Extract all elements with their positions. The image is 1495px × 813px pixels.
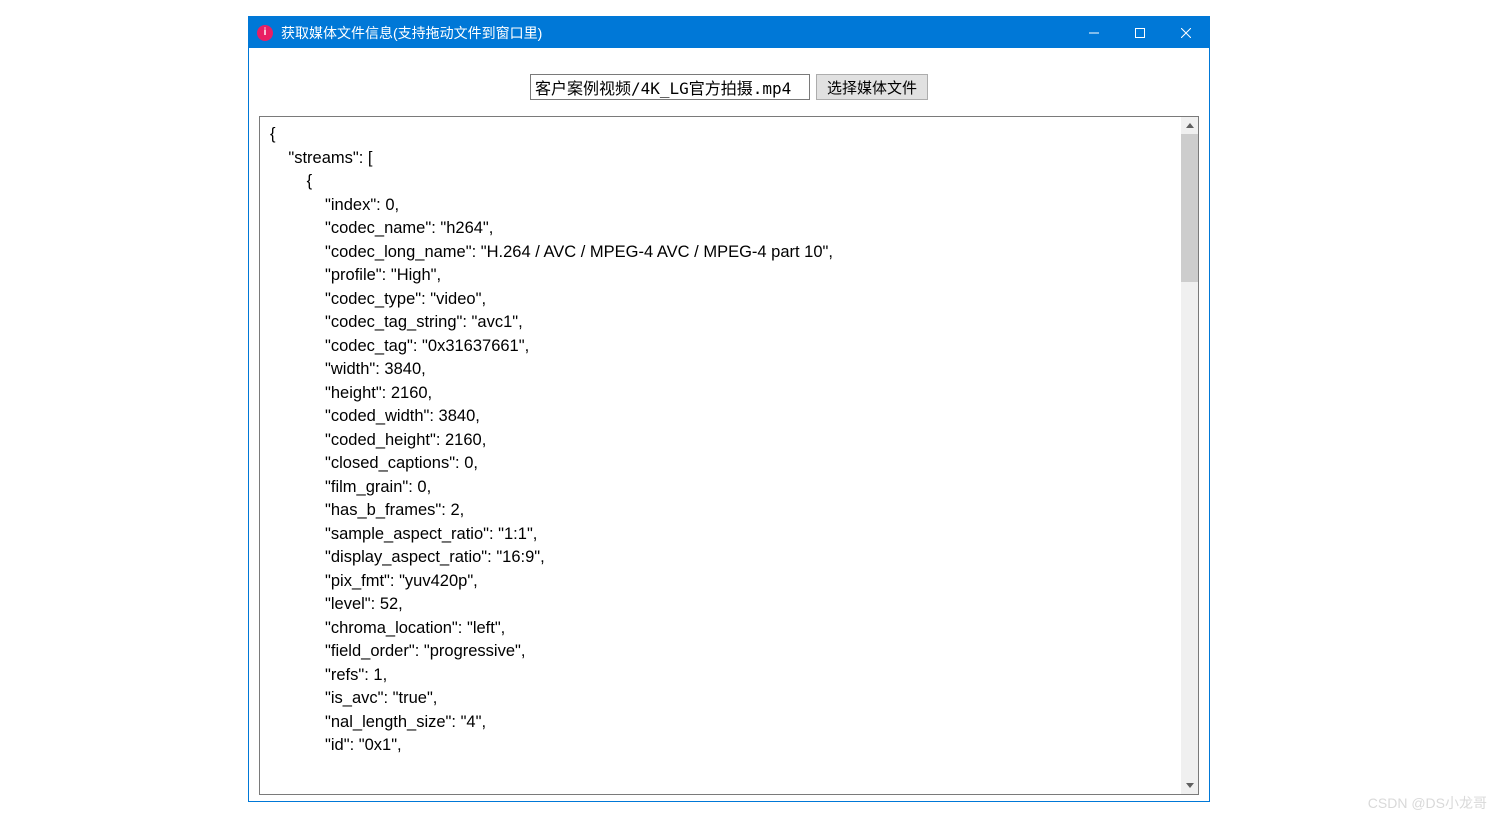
- chevron-down-icon: [1186, 783, 1194, 788]
- select-media-file-button[interactable]: 选择媒体文件: [816, 74, 928, 100]
- titlebar[interactable]: i 获取媒体文件信息(支持拖动文件到窗口里): [249, 17, 1209, 48]
- app-icon: i: [257, 25, 273, 41]
- chevron-up-icon: [1186, 123, 1194, 128]
- maximize-icon: [1135, 28, 1145, 38]
- close-button[interactable]: [1163, 17, 1209, 48]
- close-icon: [1181, 28, 1191, 38]
- content-area: 选择媒体文件 { "streams": [ { "index": 0, "cod…: [249, 48, 1209, 801]
- scroll-down-arrow[interactable]: [1181, 777, 1198, 794]
- file-path-input[interactable]: [530, 74, 810, 100]
- minimize-button[interactable]: [1071, 17, 1117, 48]
- scroll-thumb[interactable]: [1181, 134, 1198, 282]
- window-controls: [1071, 17, 1209, 48]
- maximize-button[interactable]: [1117, 17, 1163, 48]
- window-title: 获取媒体文件信息(支持拖动文件到窗口里): [281, 23, 1071, 43]
- minimize-icon: [1089, 28, 1099, 38]
- scroll-up-arrow[interactable]: [1181, 117, 1198, 134]
- watermark: CSDN @DS小龙哥: [1368, 793, 1487, 813]
- output-text[interactable]: { "streams": [ { "index": 0, "codec_name…: [260, 117, 1180, 794]
- scroll-track[interactable]: [1181, 134, 1198, 777]
- toolbar: 选择媒体文件: [259, 74, 1199, 100]
- vertical-scrollbar[interactable]: [1181, 117, 1198, 794]
- app-window: i 获取媒体文件信息(支持拖动文件到窗口里) 选择媒体文件 { "streams…: [248, 16, 1210, 802]
- output-container: { "streams": [ { "index": 0, "codec_name…: [259, 116, 1199, 795]
